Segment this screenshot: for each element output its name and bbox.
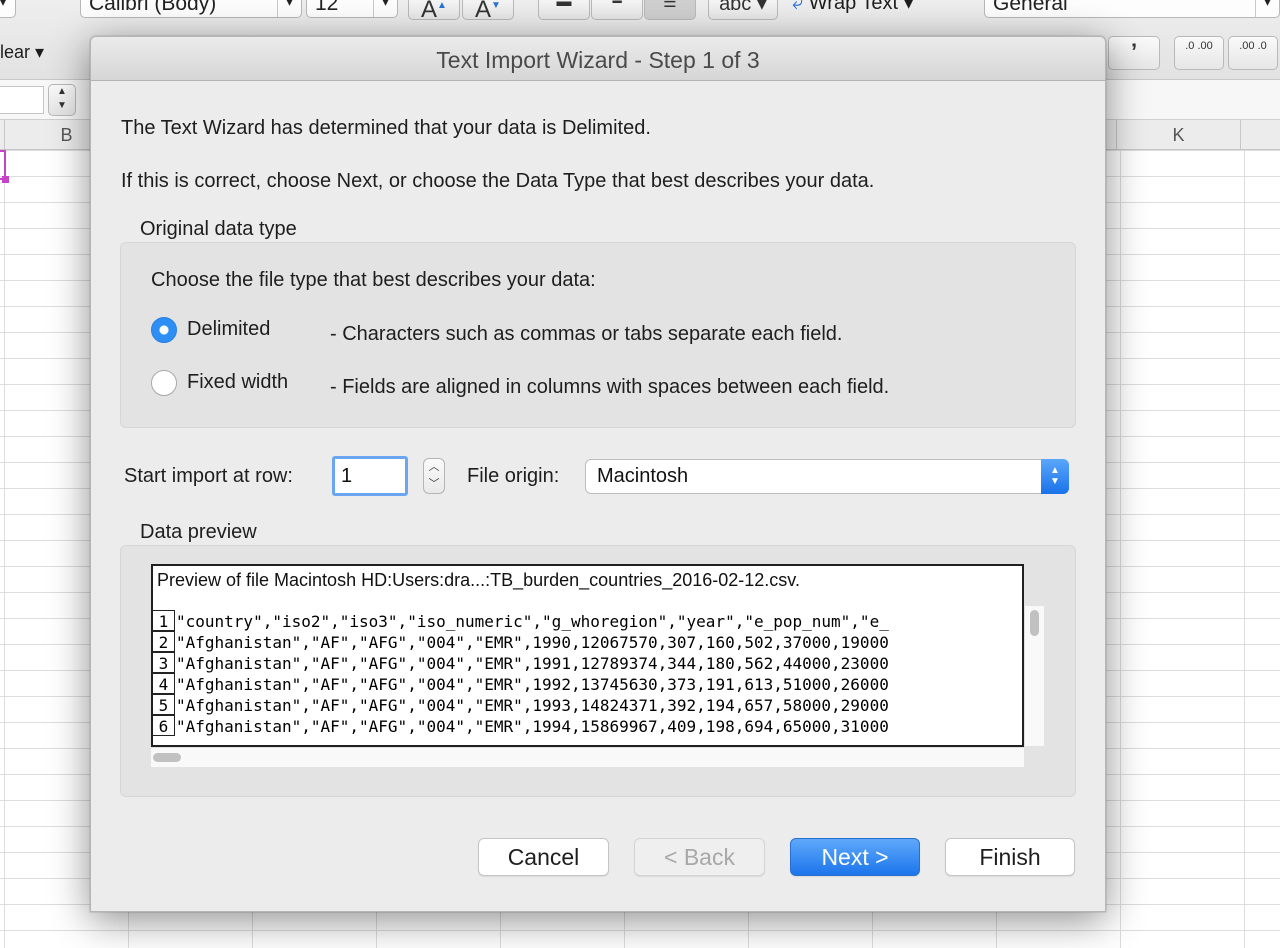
dialog-title: Text Import Wizard - Step 1 of 3	[91, 37, 1105, 81]
decrease-decimal-button[interactable]: .00 .0	[1228, 36, 1278, 70]
preview-row: 5 "Afghanistan","AF","AFG","004","EMR",19…	[153, 694, 1022, 715]
data-preview-heading: Data preview	[140, 521, 257, 543]
row-text: "Afghanistan","AF","AFG","004","EMR",199…	[176, 717, 889, 736]
align-top-icon: ▬	[556, 0, 572, 10]
clear-label: lear	[0, 42, 31, 62]
preview-rows: 1 "country","iso2","iso3","iso_numeric","…	[153, 610, 1022, 745]
spelling-label: abc	[719, 0, 752, 15]
align-middle-icon: ━	[612, 0, 622, 11]
preview-horizontal-scrollbar[interactable]	[151, 747, 1024, 767]
chevron-down-icon: ▾	[277, 0, 301, 17]
up-arrow-icon: ▲	[57, 86, 67, 97]
row-number: 3	[153, 652, 175, 673]
shrink-font-label: A	[475, 0, 492, 20]
down-arrow-icon: ▼	[57, 100, 67, 111]
preview-file-label: Preview of file Macintosh HD:Users:dra..…	[157, 570, 800, 590]
shrink-font-button[interactable]: A▼	[462, 0, 514, 20]
decrease-decimal-label: .00 .0	[1239, 40, 1267, 52]
grow-font-label: A	[421, 0, 438, 20]
original-data-type-heading: Original data type	[140, 218, 297, 240]
wrap-text-button[interactable]: ⤶ Wrap Text ▾	[792, 0, 972, 18]
increase-decimal-label: .0 .00	[1185, 40, 1213, 52]
row-text: "Afghanistan","AF","AFG","004","EMR",199…	[176, 633, 889, 652]
row-number: 6	[153, 715, 175, 736]
file-origin-label: File origin:	[467, 465, 560, 487]
chevron-up-icon[interactable]: ︿	[424, 459, 444, 476]
data-preview-box[interactable]: Preview of file Macintosh HD:Users:dra..…	[151, 564, 1024, 747]
name-box-stepper[interactable]: ▲ ▼	[48, 84, 76, 116]
intro-text-2: If this is correct, choose Next, or choo…	[121, 170, 875, 192]
preview-row: 3 "Afghanistan","AF","AFG","004","EMR",19…	[153, 652, 1022, 673]
align-middle-button[interactable]: ━	[591, 0, 643, 20]
comma-style-label: ’	[1130, 39, 1138, 64]
scrollbar-thumb[interactable]	[1030, 610, 1039, 636]
file-type-prompt: Choose the file type that best describes…	[151, 269, 596, 291]
align-bottom-icon: ☰	[663, 0, 677, 11]
row-number: 4	[153, 673, 175, 694]
column-header-k[interactable]: K	[1116, 120, 1240, 150]
chevron-down-icon[interactable]: ﹀	[424, 476, 444, 493]
finish-button[interactable]: Finish	[945, 838, 1075, 876]
number-format-value: General	[993, 0, 1068, 15]
clear-button[interactable]: lear ▾	[0, 42, 44, 63]
row-text: "Afghanistan","AF","AFG","004","EMR",199…	[176, 675, 889, 694]
align-bottom-button[interactable]: ☰	[644, 0, 696, 20]
name-box[interactable]	[0, 86, 44, 114]
font-name-dropdown[interactable]: Calibri (Body) ▾	[80, 0, 302, 18]
wrap-text-label: Wrap Text	[808, 0, 899, 14]
fixed-width-description: - Fields are aligned in columns with spa…	[330, 376, 890, 398]
fixed-width-label[interactable]: Fixed width	[187, 371, 288, 394]
preview-row: 6 "Afghanistan","AF","AFG","004","EMR",19…	[153, 715, 1022, 736]
cancel-button[interactable]: Cancel	[478, 838, 609, 876]
select-arrows-icon: ▲ ▼	[1041, 459, 1069, 494]
back-button[interactable]: < Back	[634, 838, 765, 876]
delimited-description: - Characters such as commas or tabs sepa…	[330, 323, 843, 345]
number-format-dropdown[interactable]: General ▾	[984, 0, 1280, 18]
comma-style-button[interactable]: ’	[1108, 36, 1160, 70]
row-number: 1	[153, 610, 175, 631]
preview-vertical-scrollbar[interactable]	[1024, 606, 1044, 746]
align-top-button[interactable]: ▬	[538, 0, 590, 20]
preview-row: 2 "Afghanistan","AF","AFG","004","EMR",19…	[153, 631, 1022, 652]
fixed-width-radio[interactable]	[151, 370, 177, 396]
file-origin-value: Macintosh	[597, 465, 689, 487]
start-row-input[interactable]: 1	[332, 456, 408, 496]
start-row-stepper[interactable]: ︿ ﹀	[423, 458, 445, 494]
spelling-button[interactable]: abc ▾	[708, 0, 778, 20]
intro-text-1: The Text Wizard has determined that your…	[121, 117, 651, 139]
wrap-text-icon: ⤶	[792, 0, 804, 14]
row-number: 5	[153, 694, 175, 715]
preview-row: 4 "Afghanistan","AF","AFG","004","EMR",19…	[153, 673, 1022, 694]
file-origin-select[interactable]: Macintosh ▲ ▼	[585, 459, 1069, 494]
font-size-value: 12	[315, 0, 339, 15]
column-header-l[interactable]	[1240, 120, 1280, 150]
preview-row: 1 "country","iso2","iso3","iso_numeric","…	[153, 610, 1022, 631]
selected-cell	[0, 150, 9, 183]
delimited-label[interactable]: Delimited	[187, 318, 270, 341]
row-text: "country","iso2","iso3","iso_numeric","g…	[176, 612, 889, 631]
font-style-dropdown[interactable]: ▾	[0, 0, 16, 18]
row-text: "Afghanistan","AF","AFG","004","EMR",199…	[176, 696, 889, 715]
row-number: 2	[153, 631, 175, 652]
chevron-down-icon: ▾	[373, 0, 397, 17]
scrollbar-thumb[interactable]	[153, 753, 181, 762]
font-name-value: Calibri (Body)	[89, 0, 217, 15]
increase-decimal-button[interactable]: .0 .00	[1174, 36, 1224, 70]
next-button[interactable]: Next >	[790, 838, 920, 876]
grow-font-button[interactable]: A▲	[408, 0, 460, 20]
start-row-label: Start import at row:	[124, 465, 293, 487]
font-size-dropdown[interactable]: 12 ▾	[306, 0, 398, 18]
row-text: "Afghanistan","AF","AFG","004","EMR",199…	[176, 654, 889, 673]
chevron-down-icon: ▾	[1255, 0, 1279, 17]
delimited-radio[interactable]	[151, 317, 177, 343]
